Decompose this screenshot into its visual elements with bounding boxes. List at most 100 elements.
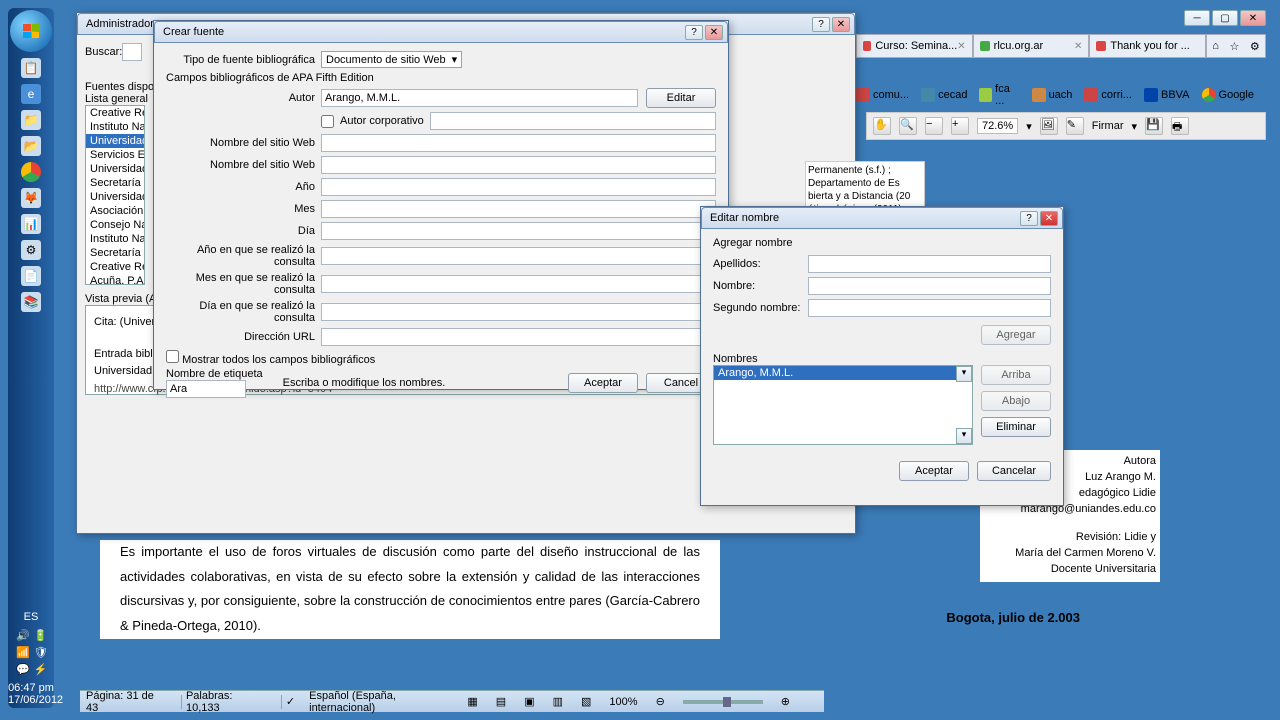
tray-small-icon[interactable]: 📶	[16, 646, 30, 659]
source-item[interactable]: Creative Res	[86, 106, 144, 120]
print-icon[interactable]: 🖶	[1171, 117, 1189, 135]
tray-app4-icon[interactable]: 📄	[21, 266, 41, 286]
zoom-dropdown-icon[interactable]: ▾	[1026, 120, 1032, 133]
corp-checkbox[interactable]	[321, 115, 334, 128]
gear-icon[interactable]: ⚙	[1250, 40, 1260, 53]
tray-icon[interactable]: 📋	[21, 58, 41, 78]
tab-close-icon[interactable]: ✕	[1074, 41, 1082, 52]
close-button[interactable]: ✕	[1040, 211, 1058, 226]
tray-app-icon[interactable]: 🦊	[21, 188, 41, 208]
source-item[interactable]: Universidad	[86, 190, 144, 204]
source-item[interactable]: Secretaría de	[86, 246, 144, 260]
mesconsulta-input[interactable]	[321, 275, 716, 293]
cancelar-button[interactable]: Cancelar	[977, 461, 1051, 481]
bookmark-item[interactable]: comu...	[856, 88, 909, 102]
segundo-input[interactable]	[808, 299, 1051, 317]
bookmark-item[interactable]: BBVA	[1144, 88, 1190, 102]
bookmark-item[interactable]: corri...	[1084, 88, 1132, 102]
source-item[interactable]: Universidad	[86, 162, 144, 176]
dia-input[interactable]	[321, 222, 716, 240]
tab-close-icon[interactable]: ✕	[957, 41, 965, 52]
word-count[interactable]: Palabras: 10,133	[186, 690, 263, 714]
tray-ie-icon[interactable]: e	[21, 84, 41, 104]
source-item[interactable]: Acuña, P.A.	[86, 274, 144, 285]
clock-date[interactable]: 17/06/2012	[8, 694, 54, 706]
view-draft-icon[interactable]: ▧	[581, 695, 591, 708]
minimize-button[interactable]: ─	[1184, 10, 1210, 26]
dropdown-icon[interactable]: ▾	[956, 428, 972, 444]
view-read-icon[interactable]: ▤	[496, 695, 506, 708]
source-item[interactable]: Instituto Nac	[86, 120, 144, 134]
apellidos-input[interactable]	[808, 255, 1051, 273]
close-button[interactable]: ✕	[705, 25, 723, 40]
create-title-bar[interactable]: Crear fuente ? ✕	[154, 21, 728, 43]
tray-small-icon[interactable]: ⚡	[34, 663, 48, 676]
source-item[interactable]: Universidad	[86, 134, 144, 148]
source-item[interactable]: Servicios Edu	[86, 148, 144, 162]
spell-icon[interactable]: ✓	[286, 695, 295, 708]
bookmark-item[interactable]: Google	[1202, 88, 1254, 102]
etiqueta-input[interactable]	[166, 380, 246, 398]
tray-small-icon[interactable]: 🛡	[34, 646, 48, 659]
clock-time[interactable]: 06:47 pm	[8, 682, 54, 694]
arriba-button[interactable]: Arriba	[981, 365, 1051, 385]
tray-folder-icon[interactable]: 📁	[21, 110, 41, 130]
source-item[interactable]: Creative Res	[86, 260, 144, 274]
editar-button[interactable]: Editar	[646, 88, 716, 108]
view-web-icon[interactable]: ▣	[524, 695, 534, 708]
tray-small-icon[interactable]: 🔋	[34, 629, 48, 642]
help-button[interactable]: ?	[1020, 211, 1038, 226]
agregar-button[interactable]: Agregar	[981, 325, 1051, 345]
aceptar-button[interactable]: Aceptar	[568, 373, 638, 393]
name-item-selected[interactable]: Arango, M.M.L.	[714, 366, 972, 380]
tray-app2-icon[interactable]: 📊	[21, 214, 41, 234]
tab-3[interactable]: Thank you for ...	[1089, 34, 1206, 58]
zoom-out-icon[interactable]: ⊖	[656, 695, 665, 708]
tray-app3-icon[interactable]: ⚙	[21, 240, 41, 260]
nombresitio-input[interactable]	[321, 134, 716, 152]
autor-input[interactable]	[321, 89, 638, 107]
mes-input[interactable]	[321, 200, 716, 218]
url-input[interactable]	[321, 328, 716, 346]
help-button[interactable]: ?	[685, 25, 703, 40]
diaconsulta-input[interactable]	[321, 303, 716, 321]
zoom-in-icon[interactable]: ⊕	[781, 695, 790, 708]
sign-button[interactable]: Firmar	[1092, 120, 1124, 132]
tray-app5-icon[interactable]: 📚	[21, 292, 41, 312]
zoom-value[interactable]: 100%	[609, 696, 637, 708]
sources-list[interactable]: Creative ResInstituto NacUniversidadServ…	[85, 105, 145, 285]
lang-indicator[interactable]: ES	[8, 611, 54, 623]
mostrar-checkbox[interactable]	[166, 350, 179, 363]
home-icon[interactable]: ⌂	[1212, 40, 1219, 52]
tray-small-icon[interactable]: 💬	[16, 663, 30, 676]
tray-folder2-icon[interactable]: 📂	[21, 136, 41, 156]
view-outline-icon[interactable]: ▥	[553, 695, 563, 708]
taskbar[interactable]: 📋 e 📁 📂 🦊 📊 ⚙ 📄 📚 ES 🔊🔋 📶🛡 💬⚡ 06:47 pm 1…	[8, 8, 54, 708]
help-button[interactable]: ?	[812, 17, 830, 32]
hand-tool-icon[interactable]: ✋	[873, 117, 891, 135]
source-item[interactable]: Asociación N	[86, 204, 144, 218]
bookmark-item[interactable]: uach	[1032, 88, 1073, 102]
dropdown-icon[interactable]: ▾	[956, 366, 972, 382]
names-list[interactable]: Arango, M.M.L. ▾ ▾	[713, 365, 973, 445]
maximize-button[interactable]: ▢	[1212, 10, 1238, 26]
ano-input[interactable]	[321, 178, 716, 196]
abajo-button[interactable]: Abajo	[981, 391, 1051, 411]
edit-title-bar[interactable]: Editar nombre ? ✕	[701, 207, 1063, 229]
tray-chrome-icon[interactable]	[21, 162, 41, 182]
language-indicator[interactable]: Español (España, internacional)	[309, 690, 453, 714]
tipo-select[interactable]: Documento de sitio Web	[326, 54, 446, 66]
save-icon[interactable]: 💾	[1145, 117, 1163, 135]
aceptar-button[interactable]: Aceptar	[899, 461, 969, 481]
bookmark-item[interactable]: fca ...	[979, 83, 1019, 107]
tool-icon[interactable]: 🖼	[1040, 117, 1058, 135]
close-button[interactable]: ✕	[1240, 10, 1266, 26]
zoom-out-icon[interactable]: −	[925, 117, 943, 135]
corp-input[interactable]	[430, 112, 716, 130]
bookmark-item[interactable]: cecad	[921, 88, 967, 102]
star-icon[interactable]: ☆	[1229, 40, 1239, 53]
nombre-input[interactable]	[808, 277, 1051, 295]
zoom-value[interactable]: 72.6%	[977, 118, 1018, 134]
zoom-slider[interactable]	[683, 700, 763, 704]
tab-2[interactable]: rlcu.org.ar✕	[973, 34, 1090, 58]
